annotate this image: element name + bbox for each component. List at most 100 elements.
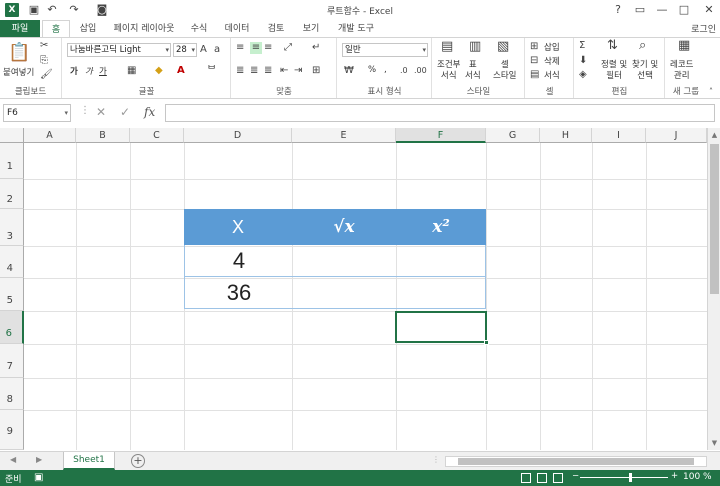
column-header-i[interactable]: I [592,128,646,143]
delete-cells-label[interactable]: 삭제 [544,55,560,67]
italic-button[interactable]: 가 [85,65,93,77]
column-header-h[interactable]: H [540,128,592,143]
tab-insert[interactable]: 삽입 [72,20,104,38]
help-button[interactable]: ? [609,2,627,18]
comma-button[interactable]: , [384,65,387,75]
align-top-icon[interactable]: ≡ [236,42,244,54]
insert-cells-icon[interactable]: ⊞ [530,41,538,53]
format-cells-label[interactable]: 서식 [544,69,560,81]
normal-view-icon[interactable] [521,473,531,483]
row-header-5[interactable]: 5 [0,278,24,311]
macro-record-icon[interactable]: ▣ [34,472,43,484]
record-management-label[interactable]: 레코드 관리 [670,60,693,82]
column-header-g[interactable]: G [486,128,540,143]
tab-developer[interactable]: 개발 도구 [332,20,380,38]
phonetic-icon[interactable]: ᄇ [207,65,216,77]
autosum-icon[interactable]: Σ [579,40,585,52]
orientation-icon[interactable]: ⤢ [284,42,292,54]
maximize-button[interactable]: □ [675,2,693,18]
vertical-scrollbar[interactable]: ▲ ▼ [707,128,720,450]
row-header-3[interactable]: 3 [0,209,24,246]
tab-formulas[interactable]: 수식 [184,20,214,38]
formula-input[interactable] [165,104,715,122]
align-middle-icon[interactable]: ≡ [250,42,262,54]
prev-sheet-icon[interactable]: ◀ [10,455,16,464]
cell-f5[interactable] [397,277,487,308]
format-cells-icon[interactable]: ▤ [530,69,539,81]
increase-indent-icon[interactable]: ⇥ [294,65,302,77]
zoom-in-button[interactable]: + [671,471,678,481]
tab-data[interactable]: 데이터 [218,20,256,38]
fill-handle[interactable] [484,340,489,345]
align-center-icon[interactable]: ≣ [250,65,258,77]
sheet-tab-sheet1[interactable]: Sheet1 [63,452,115,470]
grow-font-icon[interactable]: A [200,44,207,56]
font-size-select[interactable]: 28 ▾ [173,43,197,57]
name-box[interactable]: F6 ▾ [3,104,71,122]
login-link[interactable]: 로그인 [691,22,716,35]
shrink-font-icon[interactable]: a [214,44,220,56]
horizontal-scroll-thumb[interactable] [458,458,694,465]
zoom-slider[interactable] [580,477,668,478]
next-sheet-icon[interactable]: ▶ [36,455,42,464]
column-header-f[interactable]: F [396,128,486,143]
bold-button[interactable]: 가 [70,65,78,77]
header-cell-x[interactable]: X [184,209,292,245]
insert-cells-label[interactable]: 삽입 [544,41,560,53]
number-format-select[interactable]: 일반 ▾ [342,43,428,57]
merge-center-icon[interactable]: ⊞ [312,65,320,77]
fill-icon[interactable]: ⬇ [579,55,587,67]
decrease-indent-icon[interactable]: ⇤ [280,65,288,77]
close-button[interactable]: ✕ [700,2,718,18]
zoom-slider-knob[interactable] [629,473,632,482]
paste-label[interactable]: 붙여넣기 [3,66,34,78]
cut-icon[interactable]: ✂ [40,40,48,52]
record-management-icon[interactable]: ▦ [678,39,690,52]
underline-button[interactable]: 가 [99,65,107,77]
percent-button[interactable]: % [368,65,376,75]
find-select-icon[interactable]: ⌕ [639,39,646,52]
tab-split-handle-icon[interactable]: ⋮ [432,455,440,464]
column-header-b[interactable]: B [76,128,130,143]
tab-page-layout[interactable]: 페이지 레이아웃 [108,20,180,38]
cell-styles-label[interactable]: 셀 스타일 [493,60,516,82]
add-sheet-button[interactable]: + [131,454,145,468]
minimize-button[interactable]: — [653,2,671,18]
scroll-up-icon[interactable]: ▲ [708,131,720,139]
fill-color-icon[interactable]: ◆ [155,65,163,77]
delete-cells-icon[interactable]: ⊟ [530,55,538,67]
align-right-icon[interactable]: ≣ [264,65,272,77]
active-cell-f6[interactable] [395,311,487,343]
cell-f4[interactable] [397,245,487,276]
tab-view[interactable]: 보기 [296,20,326,38]
row-header-6[interactable]: 6 [0,311,24,344]
clear-icon[interactable]: ◈ [579,69,587,81]
zoom-level[interactable]: 100 % [683,472,712,482]
cell-d5[interactable]: 36 [185,277,293,308]
align-left-icon[interactable]: ≣ [236,65,244,77]
format-as-table-icon[interactable]: ▥ [469,40,481,53]
font-name-select[interactable]: 나눔바른고딕 Light ▾ [67,43,171,57]
row-header-8[interactable]: 8 [0,378,24,410]
paste-icon[interactable]: 📋 [8,42,30,64]
cell-e5[interactable] [293,277,397,308]
page-break-view-icon[interactable] [553,473,563,483]
sort-filter-label[interactable]: 정렬 및 필터 [601,60,627,82]
conditional-format-icon[interactable]: ▤ [441,40,453,53]
wrap-text-icon[interactable]: ↵ [312,42,320,54]
borders-icon[interactable]: ▦ [127,65,136,77]
confirm-entry-icon[interactable]: ✓ [120,105,130,119]
cell-e4[interactable] [293,245,397,276]
decrease-decimal-icon[interactable]: .00 [414,65,427,77]
column-header-j[interactable]: J [646,128,707,143]
copy-icon[interactable]: ⎘ [40,55,48,67]
insert-function-icon[interactable]: fx [144,105,155,119]
column-header-d[interactable]: D [184,128,292,143]
row-header-1[interactable]: 1 [0,143,24,179]
currency-icon[interactable]: ₩ [344,65,354,77]
cancel-entry-icon[interactable]: ✕ [96,105,106,119]
row-header-4[interactable]: 4 [0,246,24,278]
row-header-7[interactable]: 7 [0,344,24,378]
column-header-a[interactable]: A [24,128,76,143]
cell-styles-icon[interactable]: ▧ [497,40,509,53]
